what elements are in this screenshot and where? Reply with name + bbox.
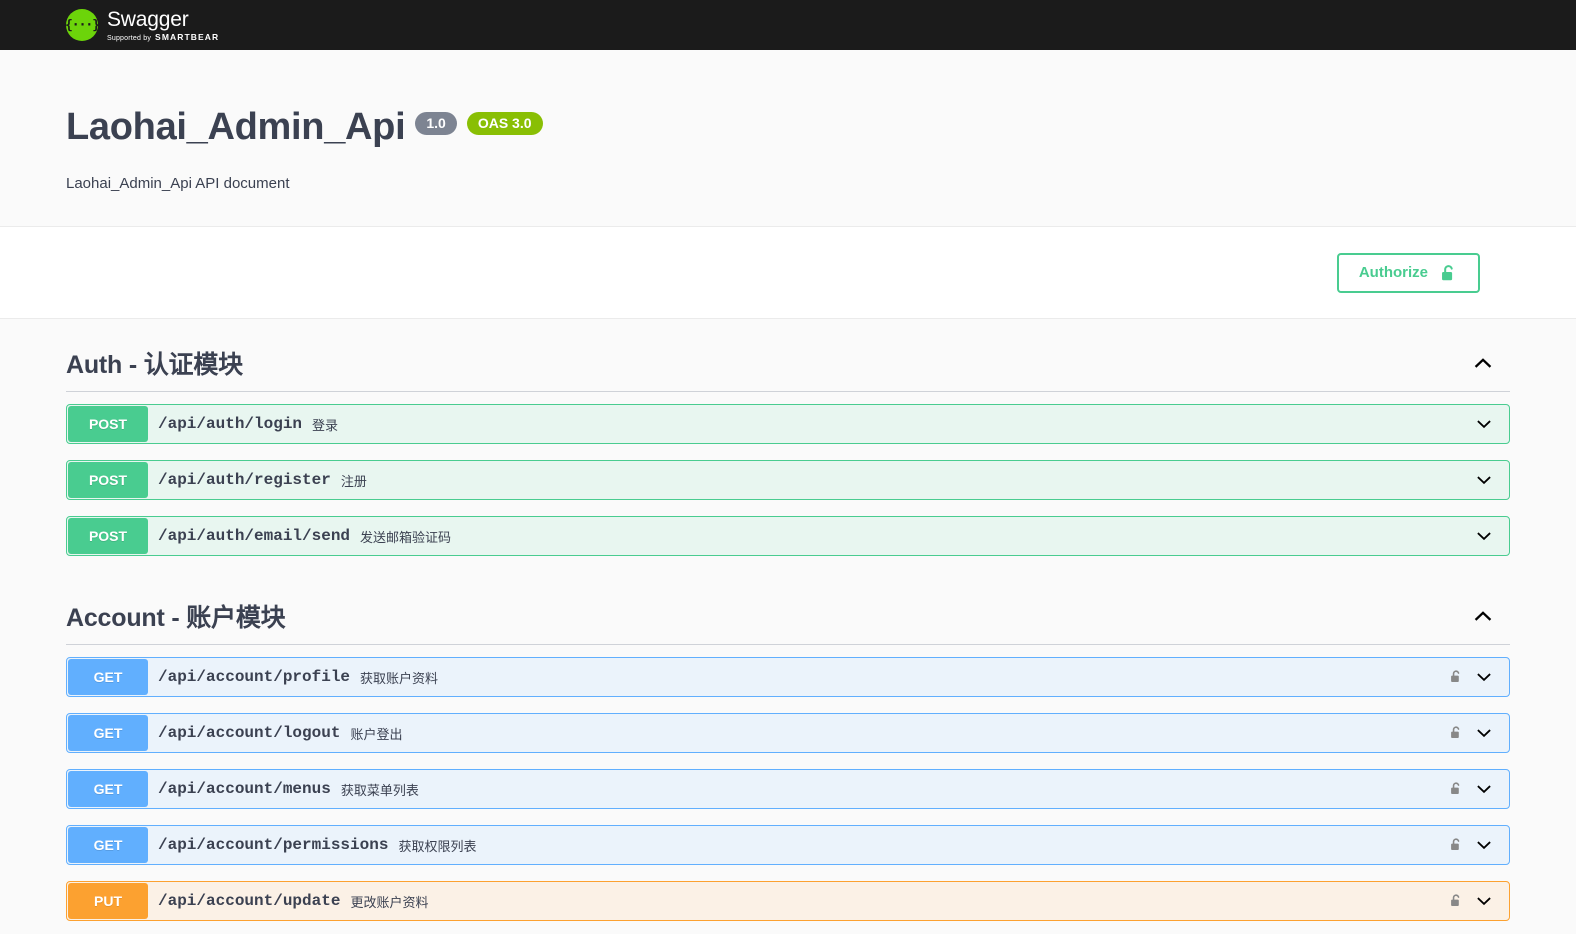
operation-method-badge: GET bbox=[68, 771, 148, 807]
authorize-band: Authorize bbox=[0, 227, 1576, 319]
operation-summary: 账户登出 bbox=[350, 726, 403, 742]
tag-header[interactable]: Account - 账户模块 bbox=[66, 598, 1510, 645]
operation-row[interactable]: GET/api/account/permissions 获取权限列表 bbox=[66, 825, 1510, 865]
authorization-padlock-icon[interactable] bbox=[1448, 669, 1464, 685]
operation-path: /api/auth/email/send bbox=[158, 527, 351, 545]
operation-row-controls bbox=[1448, 836, 1509, 854]
operation-summary: 更改账户资料 bbox=[350, 894, 429, 910]
operation-row-controls bbox=[1448, 415, 1509, 433]
operation-path: /api/account/menus bbox=[158, 780, 331, 798]
unlocked-padlock-icon bbox=[1439, 263, 1458, 283]
operation-row[interactable]: GET/api/account/menus 获取菜单列表 bbox=[66, 769, 1510, 809]
operation-method-badge: GET bbox=[68, 715, 148, 751]
api-description: Laohai_Admin_Api API document bbox=[66, 175, 290, 192]
api-title-row: Laohai_Admin_Api 1.0 OAS 3.0 bbox=[66, 106, 1510, 149]
operations-body: Auth - 认证模块 POST/api/auth/login 登录 POST/api… bbox=[0, 319, 1576, 934]
operation-summary: 注册 bbox=[340, 473, 367, 489]
operation-list: POST/api/auth/login 登录 POST/api/auth/regis… bbox=[66, 404, 1510, 556]
operation-method-badge: GET bbox=[68, 827, 148, 863]
tag-section: Account - 账户模块 GET/api/account/profile 获取账… bbox=[66, 572, 1510, 934]
chevron-down-icon[interactable] bbox=[1473, 780, 1495, 798]
operation-summary: 发送邮箱验证码 bbox=[360, 529, 452, 545]
tag-header[interactable]: Auth - 认证模块 bbox=[66, 345, 1510, 392]
operation-summary: 获取菜单列表 bbox=[340, 782, 419, 798]
logo-text-group: Swagger Supported by SMARTBEAR bbox=[107, 9, 219, 42]
operation-path: /api/auth/login bbox=[158, 415, 303, 433]
chevron-down-icon[interactable] bbox=[1473, 724, 1495, 742]
operation-path: /api/auth/register bbox=[158, 471, 331, 489]
operation-path: /api/account/logout bbox=[158, 724, 341, 742]
swagger-logo[interactable]: {···} Swagger Supported by SMARTBEAR bbox=[65, 9, 219, 42]
chevron-down-icon[interactable] bbox=[1473, 668, 1495, 686]
operation-row-controls bbox=[1448, 471, 1509, 489]
operation-summary: 获取权限列表 bbox=[398, 838, 477, 854]
operation-method-badge: GET bbox=[68, 659, 148, 695]
sponsor-name: SMARTBEAR bbox=[155, 31, 220, 42]
operation-list: GET/api/account/profile 获取账户资料 GET/api/acc… bbox=[66, 657, 1510, 934]
chevron-up-icon[interactable] bbox=[1472, 352, 1510, 374]
oas-badge: OAS 3.0 bbox=[466, 112, 543, 135]
operation-row-controls bbox=[1448, 527, 1509, 545]
operation-row[interactable]: POST/api/auth/login 登录 bbox=[66, 404, 1510, 444]
operation-path: /api/account/update bbox=[158, 892, 341, 910]
page-title: Laohai_Admin_Api bbox=[66, 106, 406, 148]
api-info-section: Laohai_Admin_Api 1.0 OAS 3.0 Laohai_Admi… bbox=[0, 50, 1576, 227]
chevron-down-icon[interactable] bbox=[1473, 527, 1495, 545]
authorization-padlock-icon[interactable] bbox=[1448, 781, 1464, 797]
chevron-up-icon[interactable] bbox=[1472, 605, 1510, 627]
operation-row[interactable]: POST/api/auth/email/send 发送邮箱验证码 bbox=[66, 516, 1510, 556]
operation-row[interactable]: PUT/api/account/update 更改账户资料 bbox=[66, 881, 1510, 921]
chevron-down-icon[interactable] bbox=[1473, 836, 1495, 854]
operation-method-badge: POST bbox=[68, 518, 148, 554]
brand-name: Swagger bbox=[107, 7, 189, 31]
topbar: {···} Swagger Supported by SMARTBEAR bbox=[0, 0, 1576, 50]
operation-row[interactable]: GET/api/account/logout 账户登出 bbox=[66, 713, 1510, 753]
sponsor-line: Supported by SMARTBEAR bbox=[107, 31, 220, 42]
chevron-down-icon[interactable] bbox=[1473, 892, 1495, 910]
operation-row-controls bbox=[1448, 892, 1509, 910]
authorization-padlock-icon[interactable] bbox=[1448, 725, 1464, 741]
authorization-padlock-icon[interactable] bbox=[1448, 893, 1464, 909]
operation-summary: 获取账户资料 bbox=[360, 670, 439, 686]
supported-by-label: Supported by bbox=[107, 34, 152, 42]
operation-row[interactable]: GET/api/account/profile 获取账户资料 bbox=[66, 657, 1510, 697]
tag-name: Account - 账户模块 bbox=[66, 604, 286, 632]
operation-method-badge: POST bbox=[68, 462, 148, 498]
authorize-button-label: Authorize bbox=[1358, 264, 1428, 281]
tag-name: Auth - 认证模块 bbox=[66, 351, 243, 379]
operation-path: /api/account/permissions bbox=[158, 836, 389, 854]
authorization-padlock-icon[interactable] bbox=[1448, 837, 1464, 853]
chevron-down-icon[interactable] bbox=[1473, 471, 1495, 489]
swagger-brace-icon: {···} bbox=[65, 9, 100, 41]
operation-row-controls bbox=[1448, 780, 1509, 798]
operation-row[interactable]: POST/api/auth/register 注册 bbox=[66, 460, 1510, 500]
tag-sections-root: Auth - 认证模块 POST/api/auth/login 登录 POST/api… bbox=[66, 319, 1510, 934]
version-badge: 1.0 bbox=[415, 112, 457, 135]
operation-path: /api/account/profile bbox=[158, 668, 351, 686]
authorize-button[interactable]: Authorize bbox=[1336, 252, 1480, 293]
tag-section: Auth - 认证模块 POST/api/auth/login 登录 POST/api… bbox=[66, 319, 1510, 556]
operation-row-controls bbox=[1448, 668, 1509, 686]
operation-summary: 登录 bbox=[312, 417, 339, 433]
operation-method-badge: PUT bbox=[68, 883, 148, 919]
operation-method-badge: POST bbox=[68, 406, 148, 442]
operation-row-controls bbox=[1448, 724, 1509, 742]
chevron-down-icon[interactable] bbox=[1473, 415, 1495, 433]
